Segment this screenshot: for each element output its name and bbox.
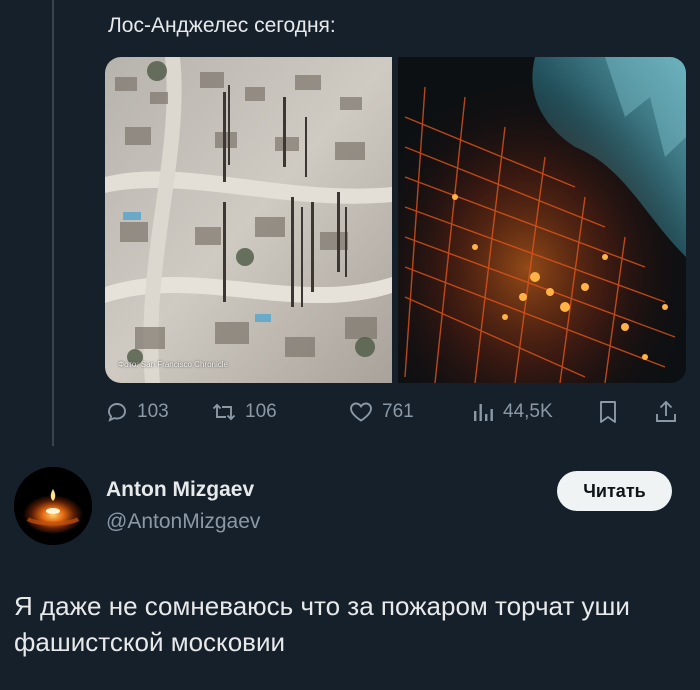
action-bar: 103 106 761 44,5K: [105, 394, 686, 430]
display-name[interactable]: Anton Mizgaev: [106, 478, 254, 502]
bookmark-icon: [600, 401, 616, 423]
share-icon: [656, 400, 676, 422]
tweet-text: Я даже не сомневаюсь что за пожаром торч…: [14, 591, 630, 657]
retweet-button[interactable]: 106: [211, 394, 277, 430]
reply-count: 103: [137, 401, 169, 422]
burned-neighborhood-photo: [105, 57, 392, 383]
like-button[interactable]: 761: [348, 394, 414, 430]
retweet-icon: [212, 403, 236, 421]
reply-icon: [108, 403, 126, 422]
share-button[interactable]: [654, 394, 678, 430]
like-count: 761: [382, 401, 414, 422]
views-icon: [474, 404, 493, 421]
reply-button[interactable]: 103: [105, 394, 169, 430]
satellite-fire-photo: [398, 57, 686, 383]
user-handle[interactable]: @AntonMizgaev: [106, 510, 260, 534]
follow-button[interactable]: Читать: [557, 471, 672, 511]
media-images: [105, 57, 686, 383]
candle-icon: [14, 467, 92, 545]
retweet-count: 106: [245, 401, 277, 422]
photo-credit: Фото: San Francisco Chronicle: [118, 360, 228, 369]
avatar[interactable]: [14, 467, 92, 545]
thread-line: [52, 0, 54, 446]
quoted-tweet-text: Лос-Анджелес сегодня:: [108, 14, 336, 37]
views-count: 44,5K: [503, 401, 553, 422]
bookmark-button[interactable]: [596, 394, 620, 430]
tweet-media[interactable]: [105, 57, 686, 383]
views-button[interactable]: 44,5K: [471, 394, 553, 430]
heart-icon: [350, 402, 372, 422]
